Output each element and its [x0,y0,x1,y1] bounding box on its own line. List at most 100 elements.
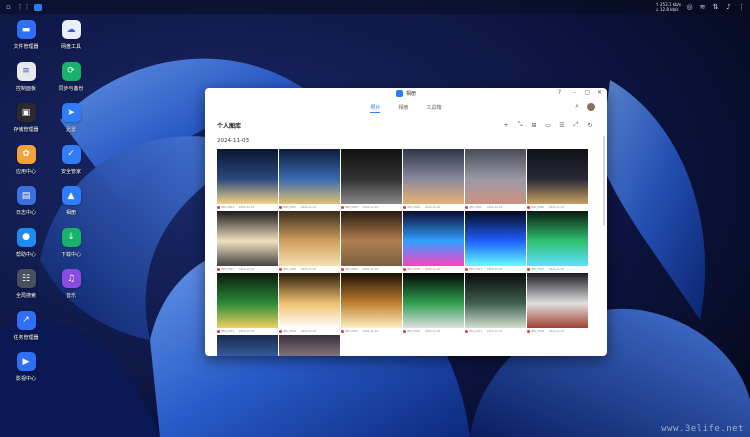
chart-icon: ↗ [16,310,36,330]
minimize-button[interactable]: – [573,89,576,96]
desktop-app-label: 下载中心 [60,251,81,258]
photo-thumbnail[interactable]: IMG_0010 2024-11-03 [403,211,464,272]
desktop-app-right-1[interactable]: ⟳ 同步与备份 [51,61,91,92]
grid-view-icon[interactable]: ⊞ [529,120,539,130]
location-pin-icon [341,267,344,271]
sync-icon: ⟳ [61,61,81,81]
desktop-app-right-5[interactable]: ↓ 下载中心 [51,227,91,258]
photo-date: 2024-11-03 [424,205,440,209]
photo-thumbnail[interactable]: IMG_0013 2024-11-03 [217,273,278,334]
desktop-app-left-8[interactable]: ▶ 影视中心 [6,352,46,382]
location-pin-icon [527,267,530,271]
grid-icon[interactable]: ⋮⋮ [17,3,31,12]
photo-thumbnail[interactable]: IMG_0018 2024-11-03 [527,273,588,334]
photo-image [403,273,464,328]
avatar[interactable] [587,102,595,111]
desktop-app-label: 迅雷 [65,127,76,133]
location-pin-icon [217,329,220,333]
collapse-icon[interactable]: ⤡ [515,120,525,130]
list-icon[interactable]: ☰ [557,120,567,130]
location-pin-icon [403,267,406,271]
system-top-bar: ▫ ⋮⋮ ↑ 253.1 kb/s ↓ 12.8 kb/s ◎ ≋ ⇅ ♪ ⋮ [0,0,750,14]
photo-thumbnail[interactable] [279,335,340,356]
photo-date: 2024-11-03 [238,267,254,271]
location-pin-icon [527,329,530,333]
photo-thumbnail[interactable]: IMG_0012 2024-11-03 [527,211,588,272]
desktop-app-label: 安全管家 [60,168,81,175]
watermark: www.3elife.net [661,424,744,434]
desktop-app-left-7[interactable]: ↗ 任务管理器 [6,310,46,341]
desktop-app-right-3[interactable]: ✓ 安全管家 [51,144,91,175]
select-icon[interactable]: ⤢ [571,120,581,130]
photo-date: 2024-11-03 [300,267,316,271]
wifi-icon[interactable]: ≋ [698,3,707,12]
refresh-icon[interactable]: ↻ [585,120,595,130]
desktop-app-label: 帮助中心 [15,251,36,258]
photo-thumbnail[interactable]: IMG_0016 2024-11-03 [403,273,464,334]
desktop-app-right-6[interactable]: ♫ 音乐 [51,269,91,299]
desktop-app-label: 日志中心 [15,210,36,216]
upload-icon[interactable]: ⇅ [711,3,720,12]
folder-icon[interactable]: ▭ [543,120,553,130]
location-pin-icon [217,205,220,209]
desktop-app-left-0[interactable]: ▬ 文件管理器 [6,20,46,50]
add-icon[interactable]: + [501,120,511,130]
desktop-app-right-4[interactable]: ▲ 相册 [51,186,91,216]
photo-thumbnail[interactable]: IMG_0003 2024-11-03 [341,149,402,210]
location-pin-icon [465,267,468,271]
tab-toolbox[interactable]: 工具箱 [427,99,442,115]
photo-thumbnail[interactable]: IMG_0008 2024-11-03 [279,211,340,272]
photo-thumbnail[interactable]: IMG_0017 2024-11-03 [465,273,526,334]
photo-image [279,335,340,356]
photo-image [217,335,278,356]
scrollbar[interactable] [603,136,605,226]
photo-meta: IMG_0003 2024-11-03 [341,204,402,210]
desktop-app-left-6[interactable]: ☷ 全局搜索 [6,269,46,299]
photo-name: IMG_0018 [531,329,544,333]
desktop-app-left-1[interactable]: ≡ 控制面板 [6,61,46,92]
search-icon[interactable]: ⌕ [575,102,579,111]
maximize-button[interactable]: ▢ [584,89,590,96]
photo-meta: IMG_0018 2024-11-03 [527,328,588,334]
photo-image [465,211,526,266]
photo-name: IMG_0008 [283,267,296,271]
notification-icon[interactable]: ♪ [724,3,733,12]
photo-name: IMG_0014 [283,329,296,333]
desktop-app-left-4[interactable]: ▤ 日志中心 [6,186,46,216]
search-list-icon: ☷ [16,269,36,288]
photo-name: IMG_0006 [531,205,544,209]
photo-date: 2024-11-03 [362,329,378,333]
download-icon: ↓ [61,227,81,247]
home-icon[interactable]: ▫ [4,3,13,12]
location-pin-icon [527,205,530,209]
photo-name: IMG_0005 [469,205,482,209]
photo-thumbnail[interactable]: IMG_0005 2024-11-03 [465,149,526,210]
tab-photos[interactable]: 照片 [370,99,381,115]
photo-name: IMG_0009 [345,267,358,271]
photo-thumbnail[interactable]: IMG_0007 2024-11-03 [217,211,278,272]
photo-thumbnail[interactable]: IMG_0001 2024-11-03 [217,149,278,210]
desktop-app-label: 音乐 [65,293,76,299]
close-button[interactable]: ✕ [597,89,602,96]
desktop-app-right-0[interactable]: ☁ 网盘工具 [51,20,91,50]
network-icon[interactable]: ◎ [685,3,694,12]
tab-albums[interactable]: 相册 [398,99,408,115]
desktop-app-right-2[interactable]: ➤ 迅雷 [51,103,91,133]
photo-thumbnail[interactable]: IMG_0011 2024-11-03 [465,211,526,272]
photo-thumbnail[interactable]: IMG_0014 2024-11-03 [279,273,340,334]
date-group-label: 2024-11-03 [217,138,249,144]
desktop-app-left-5[interactable]: ● 帮助中心 [6,227,46,258]
photo-thumbnail[interactable]: IMG_0006 2024-11-03 [527,149,588,210]
photo-thumbnail[interactable]: IMG_0002 2024-11-03 [279,149,340,210]
photo-meta: IMG_0004 2024-11-03 [403,204,464,210]
desktop-app-left-2[interactable]: ▣ 存储管理器 [6,103,46,133]
photo-thumbnail[interactable]: IMG_0009 2024-11-03 [341,211,402,272]
photo-thumbnail[interactable] [217,335,278,356]
photo-image [217,273,278,328]
app-icon[interactable] [34,3,42,11]
desktop-app-left-3[interactable]: ✿ 应用中心 [6,144,46,175]
photo-thumbnail[interactable]: IMG_0004 2024-11-03 [403,149,464,210]
help-button[interactable]: ? [558,89,561,96]
menu-icon[interactable]: ⋮ [737,3,746,12]
photo-thumbnail[interactable]: IMG_0015 2024-11-03 [341,273,402,334]
